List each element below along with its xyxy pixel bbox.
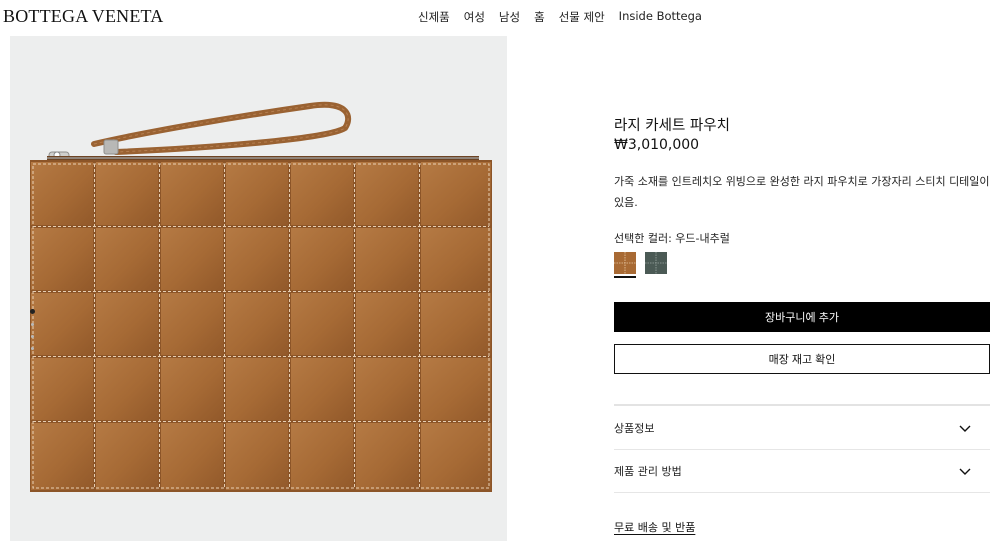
gallery-dot-4[interactable] bbox=[30, 347, 34, 350]
product-price: ₩3,010,000 bbox=[614, 137, 700, 153]
gallery-dot-3[interactable] bbox=[30, 335, 34, 338]
gallery-dot-1[interactable] bbox=[29, 309, 35, 314]
chevron-down-icon bbox=[959, 425, 971, 432]
accordion-divider bbox=[614, 492, 990, 493]
accordion-label: 제품 관리 방법 bbox=[614, 465, 682, 478]
check-store-stock-button[interactable]: 매장 재고 확인 bbox=[614, 344, 990, 374]
accordion-label: 상품정보 bbox=[614, 422, 655, 435]
nav-item-inside-bottega[interactable]: Inside Bottega bbox=[619, 9, 702, 25]
product-image bbox=[30, 101, 492, 492]
main-nav: 신제품 여성 남성 홈 선물 제안 Inside Bottega bbox=[418, 9, 716, 25]
accordion-product-info[interactable]: 상품정보 bbox=[614, 407, 990, 449]
gallery-pagination bbox=[28, 309, 36, 359]
gallery-dot-2[interactable] bbox=[30, 323, 34, 326]
selected-swatch-indicator bbox=[614, 276, 636, 278]
product-gallery[interactable] bbox=[10, 36, 507, 541]
add-to-cart-button[interactable]: 장바구니에 추가 bbox=[614, 302, 990, 332]
site-header: BOTTEGA VENETA 신제품 여성 남성 홈 선물 제안 Inside … bbox=[0, 0, 1000, 34]
brand-logo[interactable]: BOTTEGA VENETA bbox=[3, 6, 164, 27]
chevron-down-icon bbox=[959, 468, 971, 475]
nav-item-new[interactable]: 신제품 bbox=[418, 9, 450, 25]
shipping-returns-link[interactable]: 무료 배송 및 반품 bbox=[614, 519, 695, 535]
selected-color-label: 선택한 컬러: 우드-내추럴 bbox=[614, 232, 730, 245]
section-divider bbox=[614, 404, 990, 406]
product-title: 라지 카세트 파우치 bbox=[614, 118, 730, 134]
nav-item-men[interactable]: 남성 bbox=[499, 9, 520, 25]
color-swatch-dark-green[interactable] bbox=[645, 252, 667, 274]
nav-item-gifts[interactable]: 선물 제안 bbox=[559, 9, 605, 25]
nav-item-home[interactable]: 홈 bbox=[534, 9, 545, 25]
color-swatch-wood-natural[interactable] bbox=[614, 252, 636, 274]
nav-item-women[interactable]: 여성 bbox=[464, 9, 485, 25]
product-description: 가죽 소재를 인트레치오 위빙으로 완성한 라지 파우치로 가장자리 스티치 디… bbox=[614, 175, 990, 209]
accordion-care-instructions[interactable]: 제품 관리 방법 bbox=[614, 450, 990, 492]
